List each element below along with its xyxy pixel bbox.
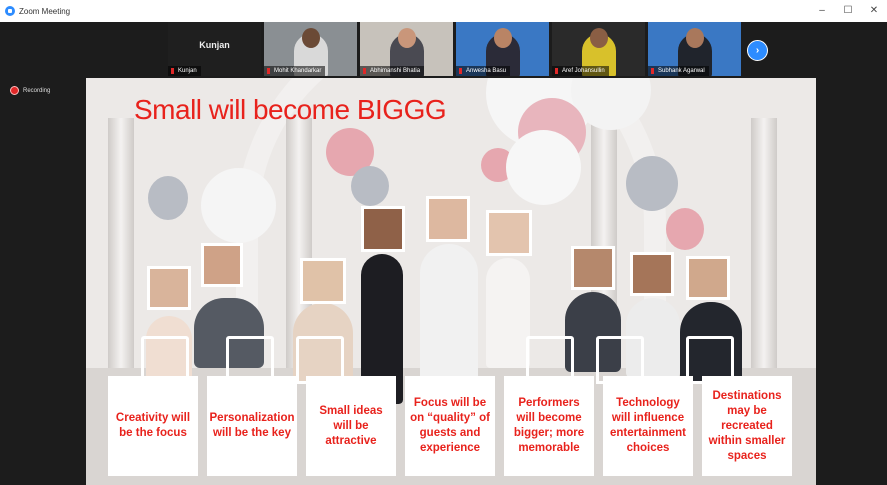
idea-card: Personalization will be the key [207,376,297,476]
window-controls: – ☐ ✕ [809,0,887,22]
slide-title: Small will become BIGGG [134,94,447,125]
idea-card: Creativity will be the focus [108,376,198,476]
chevron-right-icon: › [755,45,760,56]
participant-video [590,28,608,48]
restore-button[interactable]: ☐ [835,0,861,22]
close-button[interactable]: ✕ [861,0,887,22]
participant-name: Mohit Khandarkar [264,66,326,76]
title-bar: Zoom Meeting – ☐ ✕ [0,0,887,22]
participant-video [494,28,512,48]
participant-name: Anwesha Basu [456,66,511,76]
participant-name: Kunjan [168,66,201,76]
participant-tile[interactable]: Abhimanshi Bhatia [360,22,453,76]
participant-strip: Kunjan Kunjan Mohit Khandarkar Abhimanshi B… [168,22,744,78]
balloon-decoration [666,208,704,250]
participant-tile[interactable]: Aref Johansullin [552,22,645,76]
idea-card: Destinations may be recreated within sma… [702,376,792,476]
idea-card: Performers will become bigger; more memo… [504,376,594,476]
participant-name: Subhank Agarwal [648,66,709,76]
participant-video [398,28,416,48]
participant-name: Aref Johansullin [552,66,609,76]
zoom-logo-icon [5,6,15,16]
column-decoration [751,118,777,368]
idea-card: Technology will influence entertainment … [603,376,693,476]
shared-screen-slide: Small will become BIGGG Creativity will … [86,78,816,485]
idea-card: Focus will be on “quality” of guests and… [405,376,495,476]
recording-indicator: Recording [10,86,50,95]
balloon-decoration [351,166,389,206]
balloon-decoration [626,156,678,211]
participant-display-name: Kunjan [199,40,230,50]
participant-tile[interactable]: Mohit Khandarkar [264,22,357,76]
participant-name: Abhimanshi Bhatia [360,66,425,76]
balloon-decoration [201,168,276,243]
balloon-decoration [506,130,581,205]
minimize-button[interactable]: – [809,0,835,22]
recording-label: Recording [23,87,51,94]
participant-tile[interactable]: Kunjan Kunjan [168,22,261,76]
window-title: Zoom Meeting [19,6,71,16]
participant-tile[interactable]: Subhank Agarwal [648,22,741,76]
next-page-button[interactable]: › [747,40,768,61]
column-decoration [108,118,134,368]
participant-tile[interactable]: Anwesha Basu [456,22,549,76]
balloon-decoration [148,176,188,220]
participant-video [686,28,704,48]
recording-dot-icon [10,86,19,95]
idea-card: Small ideas will be attractive [306,376,396,476]
participant-video [302,28,320,48]
